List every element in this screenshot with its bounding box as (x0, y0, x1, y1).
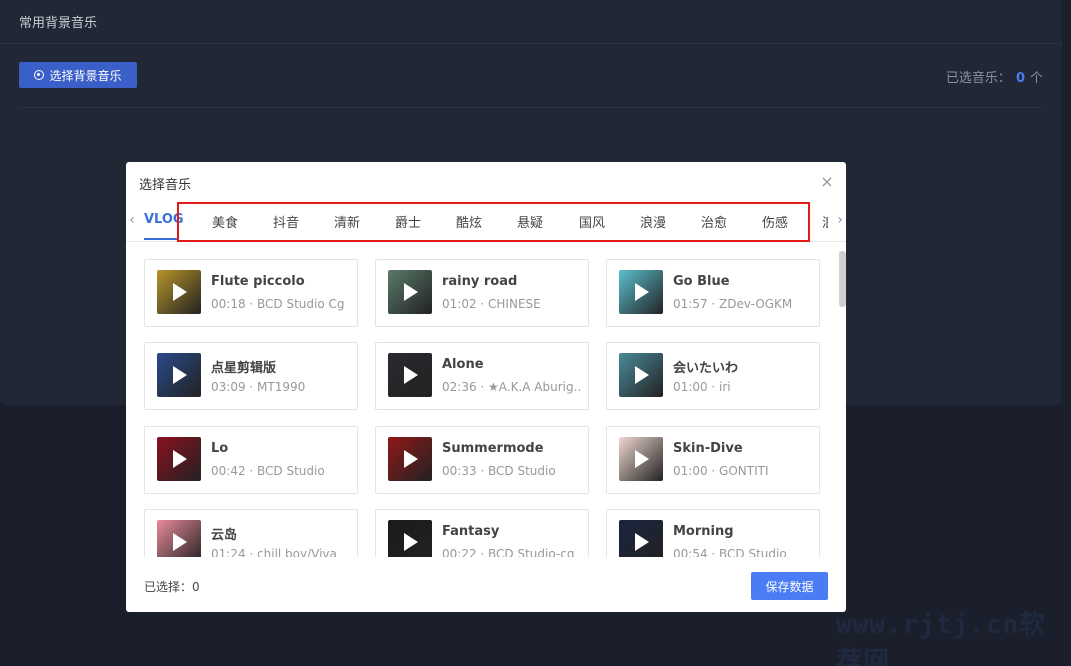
music-card[interactable]: Go Blue 01:57 · ZDev-OGKM (606, 259, 820, 327)
music-card[interactable]: Morning 00:54 · BCD Studio (606, 509, 820, 557)
music-card[interactable]: 会いたいわ 01:00 · iri (606, 342, 820, 410)
choose-music-label: 选择背景音乐 (49, 68, 122, 83)
tab-category[interactable]: 治愈 (701, 212, 727, 231)
album-cover (157, 520, 201, 557)
panel-title: 常用背景音乐 (19, 16, 98, 31)
song-meta: 01:02 · CHINESE (442, 297, 541, 311)
album-cover (388, 270, 432, 314)
album-cover (388, 437, 432, 481)
save-button[interactable]: 保存数据 (751, 572, 828, 600)
album-cover (619, 437, 663, 481)
album-cover (157, 270, 201, 314)
tab-category[interactable]: 国风 (579, 212, 605, 231)
music-card[interactable]: Lo 00:42 · BCD Studio (144, 426, 358, 494)
music-card[interactable]: Alone 02:36 · ★A.K.A Aburig... (375, 342, 589, 410)
album-cover (157, 353, 201, 397)
play-icon[interactable] (404, 283, 418, 301)
song-title: Skin-Dive (673, 441, 743, 456)
target-icon (34, 70, 45, 80)
play-icon[interactable] (635, 283, 649, 301)
tab-category[interactable]: 爵士 (395, 212, 421, 231)
song-title: 会いたいわ (673, 361, 739, 376)
play-icon[interactable] (404, 366, 418, 384)
song-title: rainy road (442, 274, 518, 289)
song-title: Morning (673, 524, 734, 539)
song-meta: 00:54 · BCD Studio (673, 547, 787, 557)
play-icon[interactable] (635, 533, 649, 551)
song-meta: 00:22 · BCD Studio-cg (442, 547, 575, 557)
select-music-modal: 选择音乐 × ‹ VLOG 美食 抖音 清新 爵士 酷炫 悬疑 国风 浪漫 治愈… (126, 162, 846, 612)
watermark-text: www.rjtj.cn软荐网 (836, 610, 1047, 666)
album-cover (619, 353, 663, 397)
album-cover (388, 520, 432, 557)
chevron-right-icon[interactable]: › (834, 212, 846, 228)
song-meta: 01:00 · iri (673, 380, 731, 394)
music-card[interactable]: Flute piccolo 00:18 · BCD Studio Cg (144, 259, 358, 327)
song-title: 点星剪辑版 (211, 361, 277, 376)
choose-music-button[interactable]: 选择背景音乐 (19, 62, 137, 88)
tab-category-partial[interactable]: 浪 (822, 212, 828, 231)
panel-toolbar: 选择背景音乐 已选音乐： 0 个 (19, 62, 1043, 108)
song-meta: 01:57 · ZDev-OGKM (673, 297, 793, 311)
tab-category[interactable]: 酷炫 (456, 212, 482, 231)
music-card[interactable]: 云岛 01:24 · chill boy/Viva (144, 509, 358, 557)
selected-count-value: 0 (1015, 71, 1025, 86)
chevron-left-icon[interactable]: ‹ (126, 212, 138, 228)
play-icon[interactable] (635, 366, 649, 384)
footer-selected: 已选择：0 (144, 580, 200, 594)
album-cover (619, 270, 663, 314)
tab-category[interactable]: 悬疑 (517, 212, 543, 231)
category-tabs: ‹ VLOG 美食 抖音 清新 爵士 酷炫 悬疑 国风 浪漫 治愈 伤感 浪 › (126, 202, 846, 242)
song-title: Flute piccolo (211, 274, 305, 289)
play-icon[interactable] (173, 283, 187, 301)
play-icon[interactable] (404, 533, 418, 551)
selected-music-count: 已选音乐： 0 个 (945, 71, 1043, 86)
song-meta: 02:36 · ★A.K.A Aburig... (442, 380, 582, 394)
play-icon[interactable] (404, 450, 418, 468)
play-icon[interactable] (635, 450, 649, 468)
song-title: Summermode (442, 441, 544, 456)
song-meta: 00:42 · BCD Studio (211, 464, 325, 478)
play-icon[interactable] (173, 366, 187, 384)
play-icon[interactable] (173, 450, 187, 468)
tab-category[interactable]: 伤感 (762, 212, 788, 231)
tab-category[interactable]: 浪漫 (640, 212, 666, 231)
tab-category[interactable]: 抖音 (273, 212, 299, 231)
play-icon[interactable] (173, 533, 187, 551)
song-title: Lo (211, 441, 229, 456)
music-card[interactable]: 点星剪辑版 03:09 · MT1990 (144, 342, 358, 410)
music-card[interactable]: rainy road 01:02 · CHINESE (375, 259, 589, 327)
music-list: Flute piccolo 00:18 · BCD Studio Cg rainy … (126, 243, 846, 557)
song-meta: 01:00 · GONTITI (673, 464, 769, 478)
song-meta: 00:18 · BCD Studio Cg (211, 297, 345, 311)
footer-count: 0 (192, 580, 200, 594)
tab-category[interactable]: 清新 (334, 212, 360, 231)
album-cover (157, 437, 201, 481)
song-title: 云岛 (211, 528, 238, 543)
album-cover (619, 520, 663, 557)
album-cover (388, 353, 432, 397)
song-meta: 01:24 · chill boy/Viva (211, 547, 337, 557)
panel-header: 常用背景音乐 (0, 0, 1062, 44)
close-icon[interactable]: × (820, 174, 834, 190)
music-card[interactable]: Fantasy 00:22 · BCD Studio-cg (375, 509, 589, 557)
song-title: Go Blue (673, 274, 730, 289)
song-meta: 03:09 · MT1990 (211, 380, 306, 394)
active-tab-indicator (144, 238, 177, 240)
song-title: Fantasy (442, 524, 500, 539)
song-title: Alone (442, 357, 484, 372)
song-meta: 00:33 · BCD Studio (442, 464, 556, 478)
music-card[interactable]: Skin-Dive 01:00 · GONTITI (606, 426, 820, 494)
tab-category[interactable]: 美食 (212, 212, 238, 231)
scrollbar[interactable] (839, 251, 846, 307)
modal-title: 选择音乐 (139, 178, 192, 193)
music-card[interactable]: Summermode 00:33 · BCD Studio (375, 426, 589, 494)
